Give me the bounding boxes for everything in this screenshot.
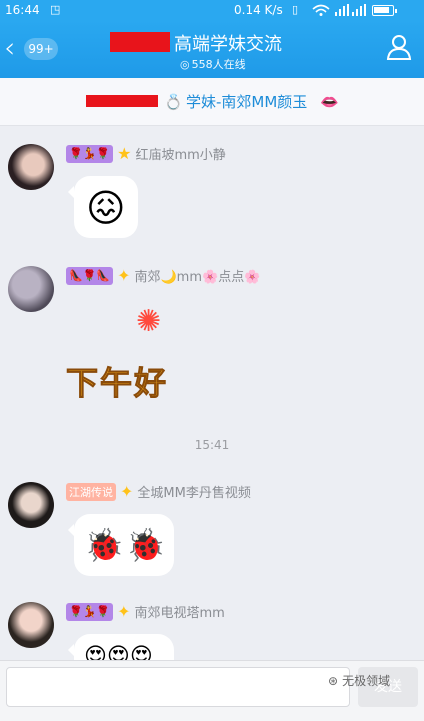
sticker-message[interactable]: ✺ 下午好 <box>65 300 196 403</box>
online-icon: ◎ <box>180 57 190 71</box>
member-badge: 👠🌹👠 <box>66 266 114 285</box>
watermark-text: 无极领域 <box>342 674 391 688</box>
notice-text: 学妹-南郊MM颜玉 <box>186 93 308 111</box>
wifi-icon <box>312 4 330 16</box>
ring-icon: 💍 <box>164 93 183 111</box>
sender-name[interactable]: 全城MM李丹售视频 <box>137 482 250 501</box>
status-time: 16:44 <box>5 3 40 17</box>
member-badge: 江湖传说 <box>66 482 116 501</box>
title-bar: ‹ 99+ 高端学妹交流 ◎ 558人在线 <box>0 20 424 78</box>
notice-redaction <box>86 95 158 107</box>
page-title: 高端学妹交流 <box>174 34 282 55</box>
battery-icon <box>372 5 397 16</box>
online-count: 558人在线 <box>191 58 246 71</box>
avatar[interactable] <box>8 602 54 648</box>
message-input[interactable] <box>6 667 350 707</box>
message-bubble[interactable]: 🐞🐞 <box>68 514 174 576</box>
sender-name[interactable]: 红庙坡mm小静 <box>135 144 225 163</box>
message-header: 江湖传说 ✦ 全城MM李丹售视频 <box>66 482 251 501</box>
emoji-sticker: 😖 <box>86 186 126 230</box>
star-icon: ✦ <box>117 265 131 285</box>
member-badge: 🌹💃🌹 <box>66 144 114 163</box>
signal-icon <box>335 4 349 16</box>
avatar[interactable] <box>8 482 54 528</box>
back-button[interactable]: ‹ <box>4 34 15 62</box>
redaction-mark <box>110 32 170 52</box>
star-icon: ✦ <box>120 481 134 501</box>
avatar[interactable] <box>8 144 54 190</box>
message-bubble[interactable]: 😖 <box>68 176 138 238</box>
net-speed: 0.14 K/s <box>234 3 283 17</box>
avatar[interactable] <box>8 266 54 312</box>
watermark: ⊛ 无极领域 <box>328 672 390 689</box>
message-header: 🌹💃🌹 ✦ 南郊电视塔mm <box>66 602 225 621</box>
star-icon: ★ <box>117 143 132 163</box>
message-header: 🌹💃🌹 ★ 红庙坡mm小静 <box>66 144 226 163</box>
lips-icon: 👄 <box>320 93 339 111</box>
star-icon: ✦ <box>117 601 131 621</box>
sticker-text: 下午好 <box>65 364 169 403</box>
sparkle-icon: ✺ <box>136 304 162 339</box>
sender-name[interactable]: 南郊电视塔mm <box>135 602 225 621</box>
group-notice[interactable]: 💍 学妹-南郊MM颜玉 👄 <box>0 78 424 126</box>
group-members-icon[interactable] <box>384 32 414 62</box>
unread-count-badge[interactable]: 99+ <box>24 38 58 60</box>
vibrate-icon: ▯ <box>292 3 299 16</box>
signal-icon-2 <box>352 4 366 16</box>
status-bar: 16:44 ◳ 0.14 K/s ▯ <box>0 0 424 20</box>
online-status: ◎ 558人在线 <box>180 56 246 72</box>
sender-name[interactable]: 南郊🌙mm🌸点点🌸 <box>135 266 261 285</box>
notification-icon: ◳ <box>50 3 61 16</box>
message-header: 👠🌹👠 ✦ 南郊🌙mm🌸点点🌸 <box>66 266 260 285</box>
member-badge: 🌹💃🌹 <box>66 602 114 621</box>
message-timestamp: 15:41 <box>194 438 230 452</box>
emoji-sticker: 🐞🐞 <box>84 526 168 564</box>
input-bar: 发送 <box>0 660 424 721</box>
wechat-icon: ⊛ <box>328 673 339 688</box>
